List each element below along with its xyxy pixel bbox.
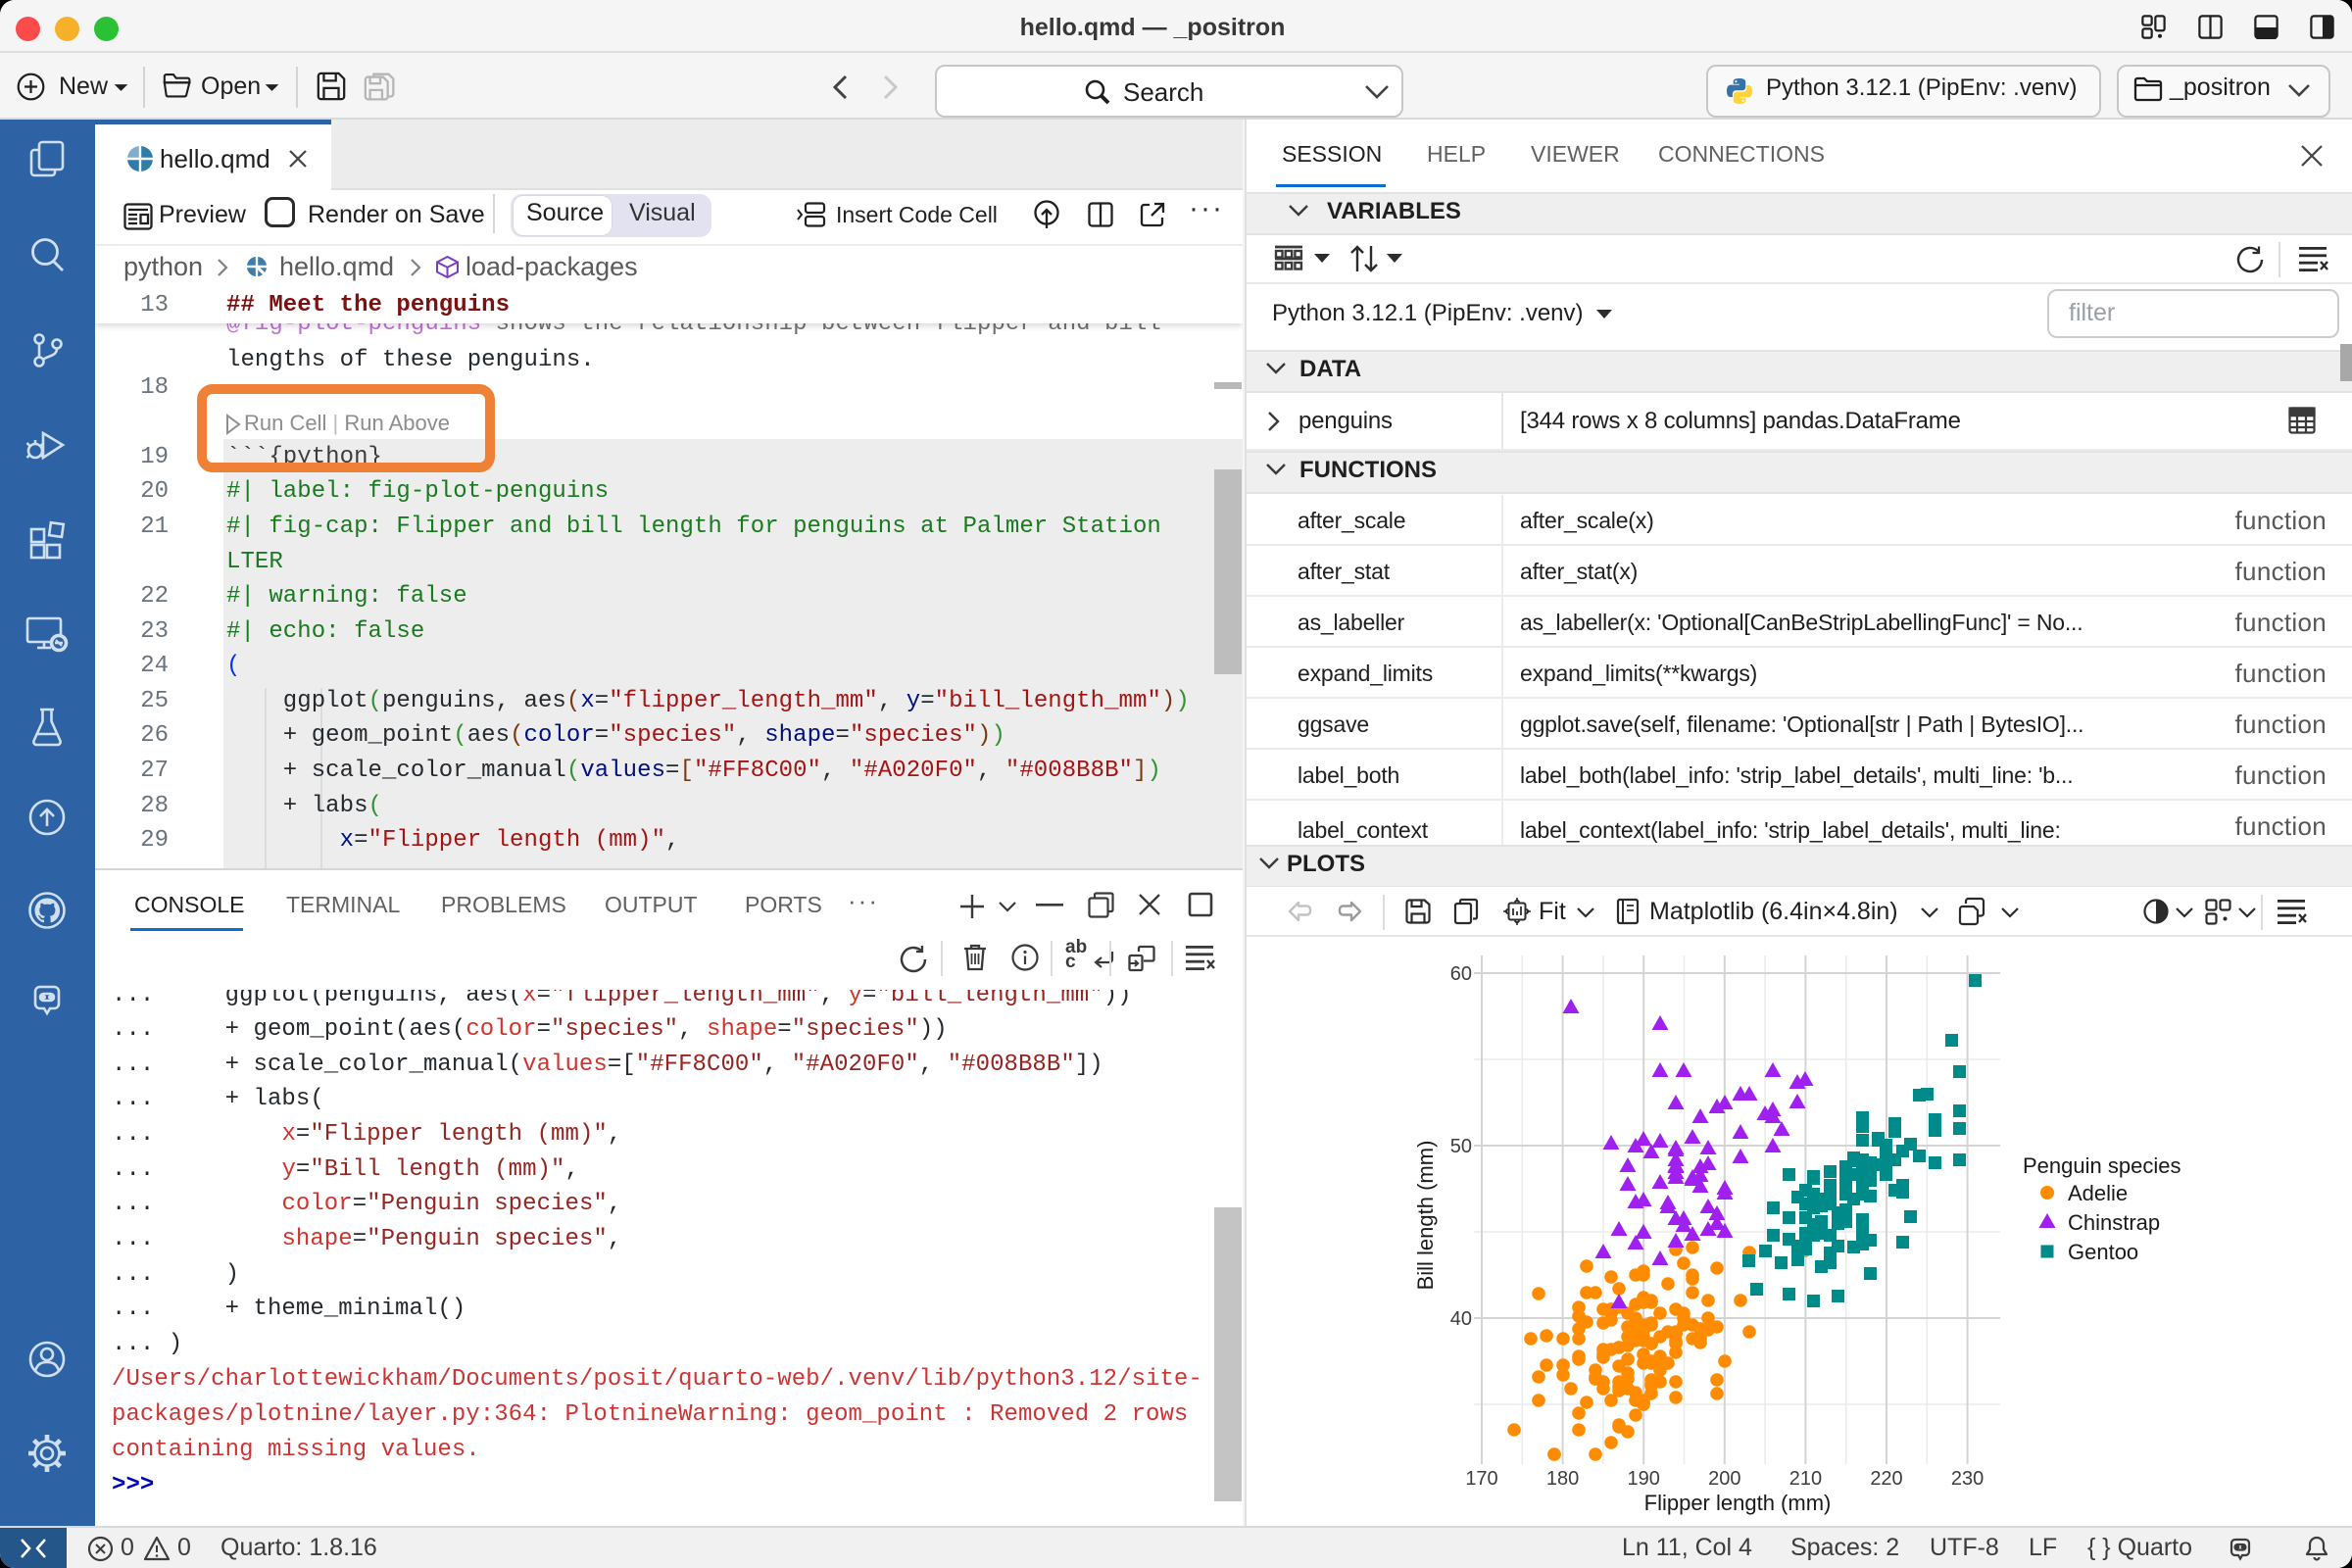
svg-text:Bill length (mm): Bill length (mm) — [1413, 1141, 1438, 1291]
svg-text:190: 190 — [1628, 1468, 1660, 1490]
svg-text:170: 170 — [1465, 1468, 1497, 1490]
svg-text:60: 60 — [1450, 963, 1472, 985]
svg-text:200: 200 — [1708, 1468, 1740, 1490]
svg-text:Flipper length (mm): Flipper length (mm) — [1644, 1491, 1832, 1515]
svg-text:40: 40 — [1450, 1308, 1472, 1330]
svg-text:230: 230 — [1951, 1468, 1984, 1490]
svg-text:180: 180 — [1546, 1468, 1579, 1490]
svg-text:Chinstrap: Chinstrap — [2068, 1210, 2160, 1235]
svg-text:50: 50 — [1450, 1136, 1472, 1157]
svg-text:Penguin species: Penguin species — [2023, 1153, 2180, 1178]
svg-text:210: 210 — [1789, 1468, 1822, 1490]
svg-text:Gentoo: Gentoo — [2068, 1240, 2138, 1264]
svg-text:220: 220 — [1870, 1468, 1902, 1490]
svg-text:Adelie: Adelie — [2068, 1181, 2128, 1205]
